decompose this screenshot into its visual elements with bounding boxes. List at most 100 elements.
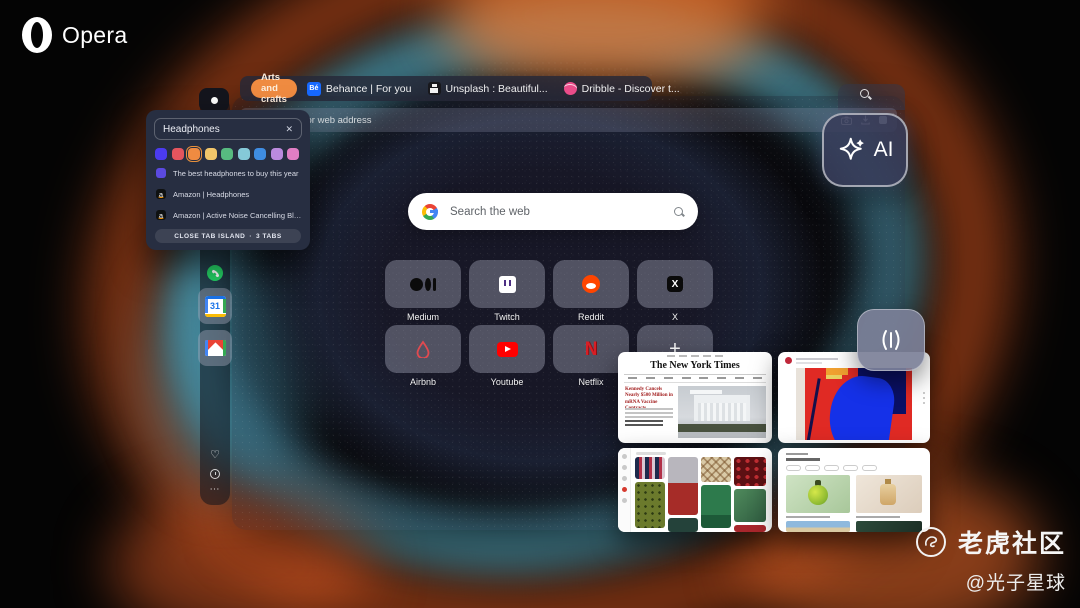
color-swatch[interactable] <box>254 148 266 160</box>
speed-dial-label: Twitch <box>494 312 520 322</box>
island-tab-title: The best headphones to buy this year <box>173 168 299 178</box>
caption-bar <box>786 516 830 518</box>
preview-photo-search[interactable] <box>778 448 930 532</box>
text-bar <box>786 453 808 455</box>
tab-label: Behance | For you <box>325 82 412 95</box>
watermark-community: 老虎社区 <box>957 530 1066 558</box>
text-bar <box>786 458 820 461</box>
board-image <box>734 489 766 522</box>
active-workspace-tab[interactable] <box>199 88 229 112</box>
more-options-icon[interactable]: ⋯ <box>200 484 230 495</box>
artwork-image <box>796 368 912 440</box>
separator-dot: · <box>249 232 253 240</box>
split-screen-icon <box>882 330 900 350</box>
airbnb-icon <box>416 340 430 358</box>
speed-dial-youtube[interactable] <box>469 325 545 373</box>
tab-strip: Arts and crafts Bé Behance | For you Uns… <box>240 72 680 105</box>
tab-island-title: Headphones <box>163 123 220 135</box>
watermark-author: @光子星球 <box>965 573 1066 594</box>
island-tab-item[interactable]: a Amazon | Headphones <box>156 189 302 199</box>
watermark: 老虎社区 @光子星球 <box>915 524 1066 595</box>
tab-search-icon[interactable] <box>860 89 872 101</box>
medium-icon <box>410 277 436 291</box>
nyt-text-bars <box>625 408 673 428</box>
board-image <box>668 457 698 515</box>
whatsapp-icon[interactable] <box>207 265 223 281</box>
opera-o-icon <box>22 17 52 53</box>
address-input[interactable] <box>250 114 841 126</box>
speed-dial-reddit[interactable] <box>553 260 629 308</box>
island-tab-item[interactable]: a Amazon | Active Noise Cancelling Bluet… <box>156 210 302 220</box>
opera-logo: Opera <box>22 17 127 53</box>
speed-dial-x[interactable]: X <box>637 260 713 308</box>
color-swatch[interactable] <box>155 148 167 160</box>
photo-beige-perfume <box>856 475 922 513</box>
nyt-section-bars <box>628 377 762 379</box>
youtube-icon <box>496 341 518 357</box>
tab-island-pill[interactable]: Arts and crafts <box>251 72 297 105</box>
workspace-dot-icon <box>210 96 218 104</box>
tab-label: Dribble - Discover t... <box>581 82 680 95</box>
bookmarks-heart-icon[interactable]: ♡ <box>200 448 230 461</box>
split-screen-button[interactable] <box>857 309 925 371</box>
netflix-icon: N <box>584 337 598 360</box>
ai-button-label: AI <box>873 138 894 161</box>
amazon-favicon: a <box>156 210 166 220</box>
speed-dial-label: Airbnb <box>409 377 436 387</box>
board-image <box>734 457 766 486</box>
color-swatch[interactable] <box>237 148 250 160</box>
board-image <box>701 485 731 528</box>
search-icon[interactable] <box>674 206 684 217</box>
amazon-favicon: a <box>156 189 166 199</box>
close-icon[interactable]: ✕ <box>285 124 293 134</box>
board-image <box>734 525 766 532</box>
gmail-icon <box>204 340 226 356</box>
tab-count-label: 3 TABS <box>256 232 282 240</box>
tab-island-label: Arts and crafts <box>261 72 287 105</box>
speed-dial-airbnb[interactable] <box>385 325 461 373</box>
address-bar[interactable] <box>240 108 897 132</box>
divider <box>624 382 766 383</box>
speed-dial-twitch[interactable] <box>469 260 545 308</box>
speed-dial-label: X <box>671 312 678 322</box>
ai-button[interactable]: AI <box>822 113 908 187</box>
color-swatch[interactable] <box>221 148 233 160</box>
opera-wordmark: Opera <box>62 21 128 48</box>
preview-nyt[interactable]: The New York Times Kennedy Cancels Nearl… <box>618 352 772 443</box>
color-swatch[interactable] <box>270 148 283 160</box>
reddit-icon <box>582 275 600 293</box>
history-clock-icon[interactable] <box>210 469 220 479</box>
screenshot-stage: Opera Arts and crafts Bé Behance | For y… <box>0 0 1080 608</box>
sparkle-icon <box>839 137 864 160</box>
island-tab-item[interactable]: The best headphones to buy this year <box>156 168 302 178</box>
text-bar <box>796 358 838 360</box>
divider <box>624 374 766 375</box>
web-search-input[interactable] <box>450 205 674 218</box>
google-calendar-shortcut[interactable]: 31 <box>198 288 232 324</box>
tab-unsplash[interactable]: Unsplash : Beautiful... <box>427 82 548 95</box>
dribbble-icon <box>563 82 577 95</box>
photo-beach <box>786 521 850 532</box>
avatar <box>785 357 792 364</box>
google-logo-icon <box>422 203 438 220</box>
preview-image-board[interactable] <box>618 448 772 532</box>
gmail-shortcut[interactable] <box>198 330 232 366</box>
tab-behance[interactable]: Bé Behance | For you <box>306 81 412 96</box>
close-tab-island-button[interactable]: CLOSE TAB ISLAND · 3 TABS <box>155 229 301 243</box>
speed-dial-medium[interactable] <box>385 260 461 308</box>
tab-dribbble[interactable]: Dribble - Discover t... <box>563 82 680 95</box>
color-swatch[interactable] <box>287 148 299 160</box>
color-swatch[interactable] <box>171 148 184 160</box>
start-page-search[interactable] <box>408 193 698 230</box>
board-search-bar <box>636 452 666 455</box>
tiger-community-icon <box>915 527 946 557</box>
text-bar <box>796 362 822 364</box>
nyt-masthead: The New York Times <box>650 360 740 371</box>
action-dots <box>923 392 925 404</box>
tab-island-rename-field[interactable]: Headphones ✕ <box>154 118 302 140</box>
color-swatch[interactable] <box>204 148 217 160</box>
color-swatch-selected[interactable] <box>185 145 203 163</box>
island-tab-title: Amazon | Headphones <box>173 189 250 199</box>
caption-bar <box>856 516 900 518</box>
island-tab-title: Amazon | Active Noise Cancelling Blueto.… <box>173 210 302 220</box>
